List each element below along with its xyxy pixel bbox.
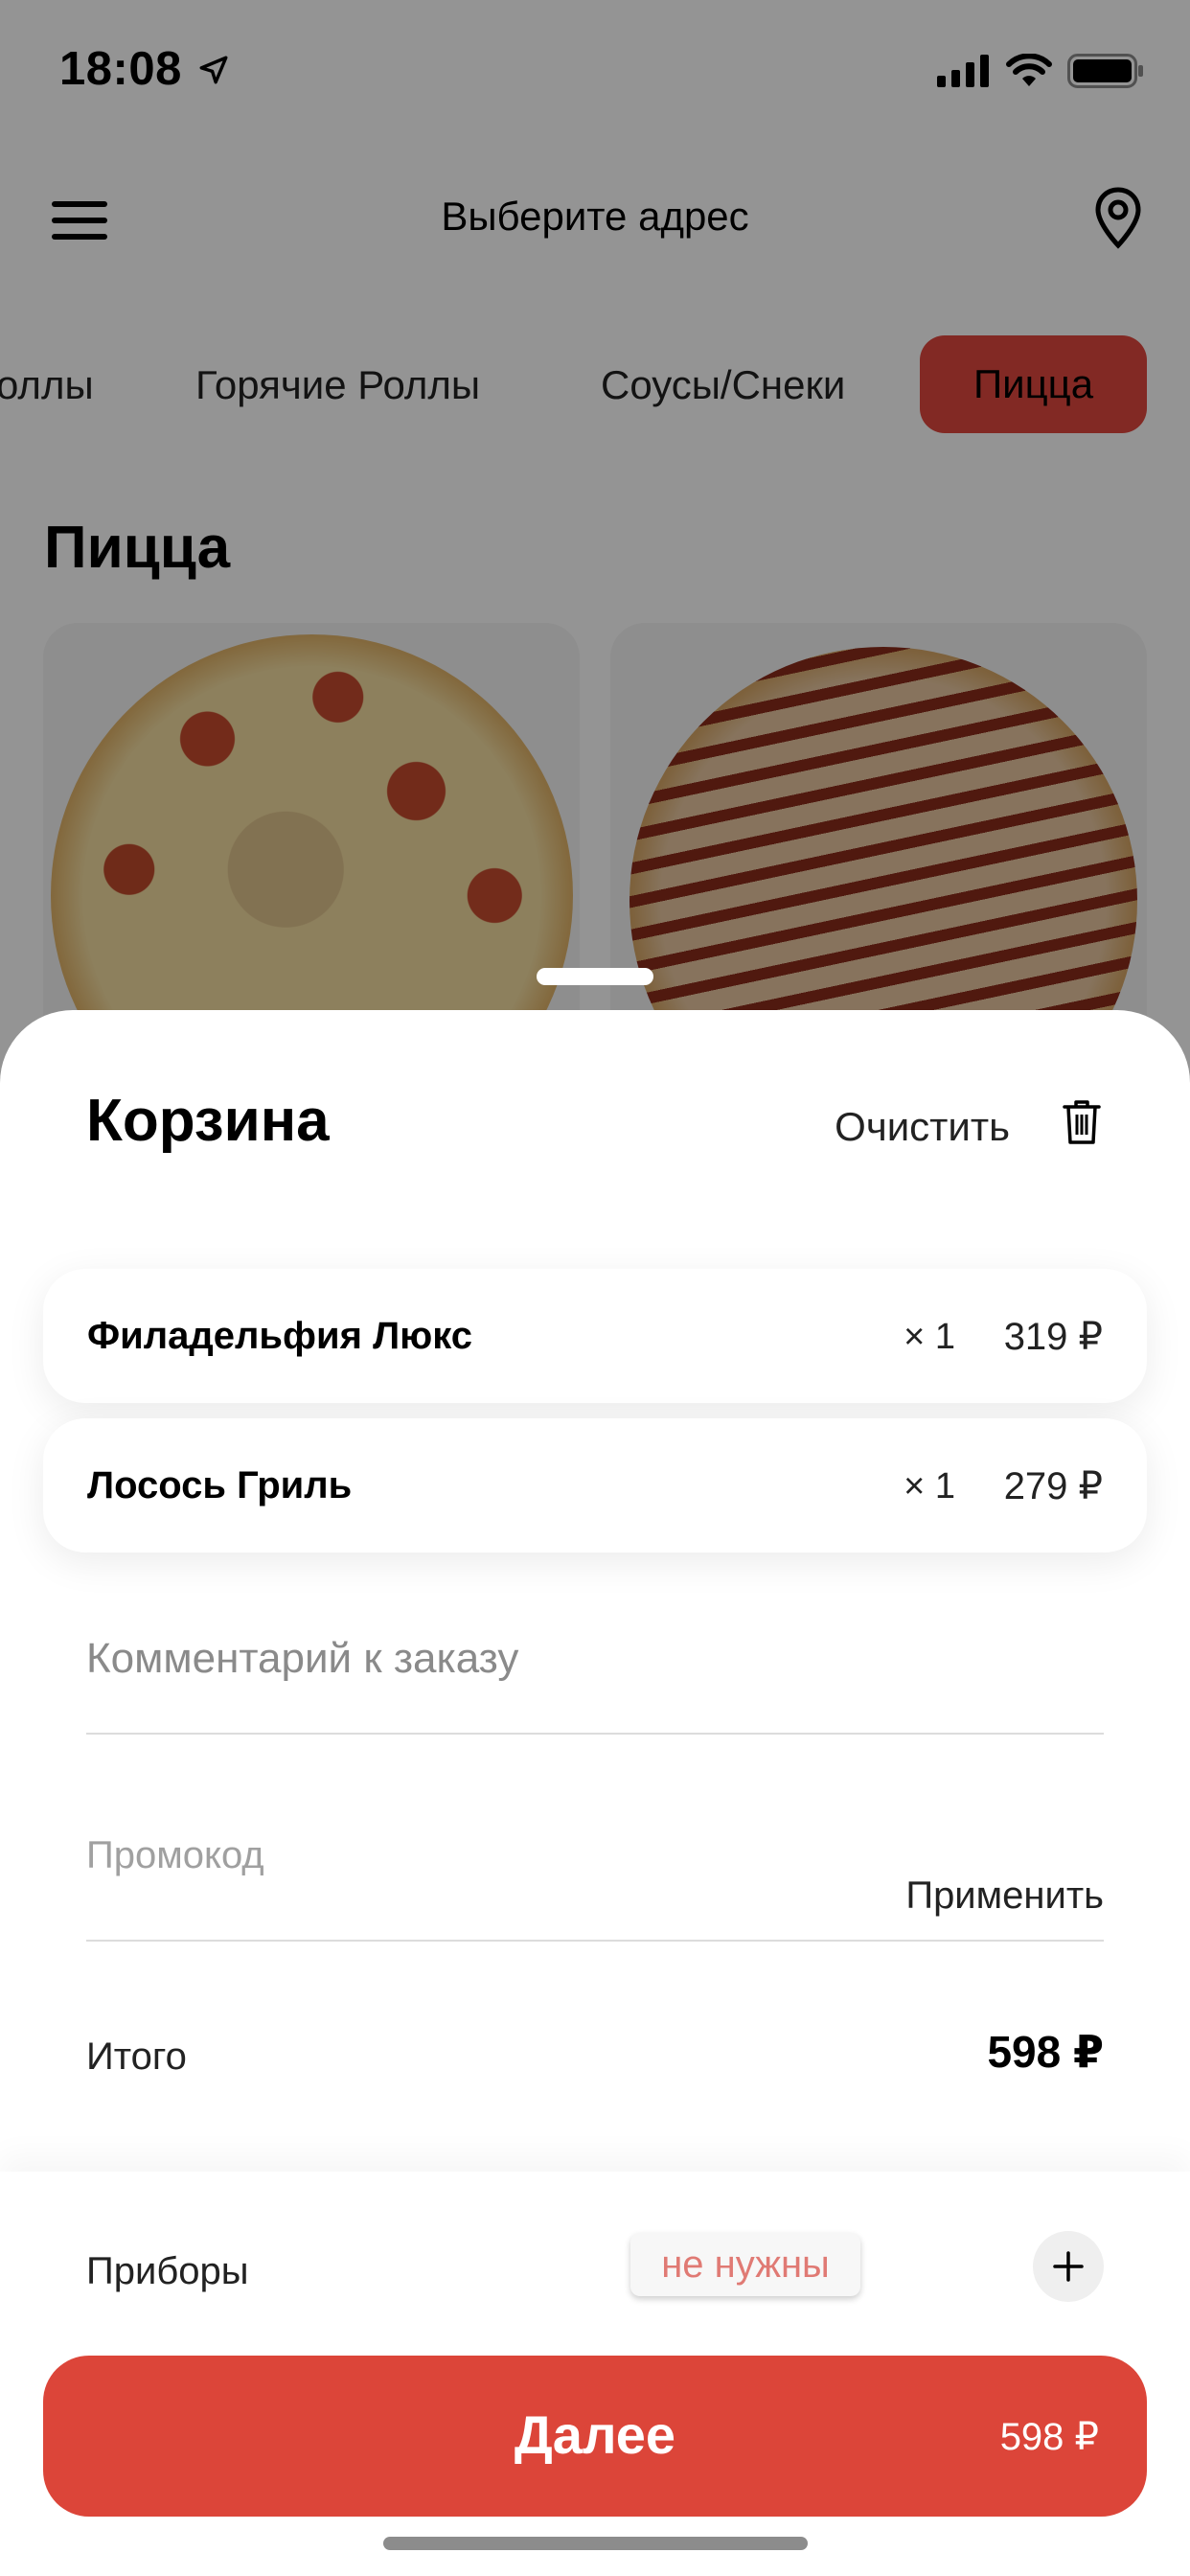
total-value: 598 ₽	[987, 2027, 1104, 2077]
cart-item-price: 319 ₽	[1003, 1316, 1103, 1358]
cart-sheet: Корзина Очистить Филадельфия Люкс × 1 31…	[0, 1010, 1190, 2576]
cart-title: Корзина	[86, 1088, 330, 1154]
comment-input[interactable]	[86, 1635, 1104, 1683]
total-label: Итого	[86, 2036, 187, 2078]
cutlery-label: Приборы	[86, 2250, 249, 2292]
plus-icon	[1053, 2251, 1084, 2282]
comment-field	[86, 1635, 1104, 1735]
apply-promo-button[interactable]: Применить	[905, 1874, 1104, 1918]
cart-item-qty: × 1	[904, 1466, 955, 1506]
cutlery-value[interactable]: не нужны	[630, 2233, 860, 2296]
cart-item-name: Лосось Гриль	[87, 1464, 353, 1506]
home-indicator[interactable]	[383, 2537, 808, 2550]
add-cutlery-button[interactable]	[1033, 2231, 1104, 2302]
trash-icon[interactable]	[1062, 1098, 1102, 1146]
cart-item-price: 279 ₽	[1003, 1465, 1103, 1507]
next-button-price: 598 ₽	[999, 2416, 1099, 2458]
cart-item[interactable]: Лосось Гриль × 1 279 ₽	[43, 1418, 1147, 1552]
promo-field: Применить	[86, 1834, 1104, 1942]
next-button[interactable]: Далее 598 ₽	[43, 2356, 1147, 2517]
clear-cart-button[interactable]: Очистить	[835, 1104, 1010, 1150]
cart-footer: Приборы не нужны Далее 598 ₽	[0, 2172, 1190, 2576]
next-button-label: Далее	[514, 2404, 676, 2465]
cart-item[interactable]: Филадельфия Люкс × 1 319 ₽	[43, 1269, 1147, 1403]
cart-item-name: Филадельфия Люкс	[87, 1315, 473, 1357]
sheet-grabber[interactable]	[537, 968, 653, 985]
promo-input[interactable]	[86, 1834, 853, 1877]
cart-item-qty: × 1	[904, 1317, 955, 1357]
